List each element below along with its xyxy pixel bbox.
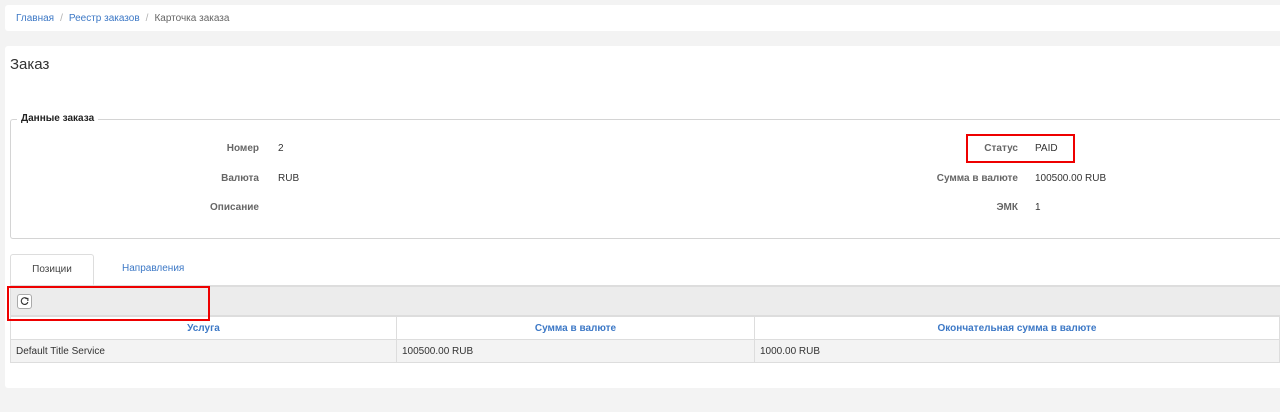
table-cell-service: Default Title Service xyxy=(10,339,397,363)
currency-label: Валюта xyxy=(221,173,259,184)
table-cell-final-sum: 1000.00 RUB xyxy=(754,339,1280,363)
order-panel: Заказ Данные заказа Номер 2 Валюта RUB О… xyxy=(5,46,1280,388)
order-items-table: Услуга Сумма в валюте Окончательная сумм… xyxy=(10,316,1280,363)
breadcrumb: Главная / Реестр заказов / Карточка зака… xyxy=(5,5,1280,31)
emk-label: ЭМК xyxy=(996,202,1018,213)
order-data-legend: Данные заказа xyxy=(17,113,99,124)
tab-order-items[interactable]: Позиции заказа xyxy=(10,254,94,304)
breadcrumb-separator: / xyxy=(145,12,149,24)
currency-value: RUB xyxy=(278,173,300,184)
tabs: Позиции заказа Направления xyxy=(10,254,1280,304)
sum-label: Сумма в валюте xyxy=(936,173,1018,184)
description-label: Описание xyxy=(210,202,259,213)
sum-value: 100500.00 RUB xyxy=(1035,173,1107,184)
number-label: Номер xyxy=(226,143,259,154)
breadcrumb-current: Карточка заказа xyxy=(154,12,230,24)
toolbar-highlight-box xyxy=(7,286,210,321)
table-cell-sum: 100500.00 RUB xyxy=(396,339,755,363)
breadcrumb-home-link[interactable]: Главная xyxy=(16,13,54,24)
number-value: 2 xyxy=(278,143,284,154)
emk-value: 1 xyxy=(1035,202,1041,213)
order-data-fieldset: Данные заказа Номер 2 Валюта RUB Описани… xyxy=(10,113,1280,239)
breadcrumb-separator: / xyxy=(60,12,63,24)
status-highlight-box xyxy=(966,134,1075,163)
breadcrumb-registry-link[interactable]: Реестр заказов xyxy=(69,13,140,24)
page-title: Заказ xyxy=(10,56,50,73)
column-header-sum[interactable]: Сумма в валюте xyxy=(396,316,755,340)
table-row[interactable]: Default Title Service 100500.00 RUB 1000… xyxy=(10,339,1280,363)
column-header-final-sum[interactable]: Окончательная сумма в валюте xyxy=(754,316,1280,340)
tab-directions[interactable]: Направления xyxy=(112,254,194,285)
